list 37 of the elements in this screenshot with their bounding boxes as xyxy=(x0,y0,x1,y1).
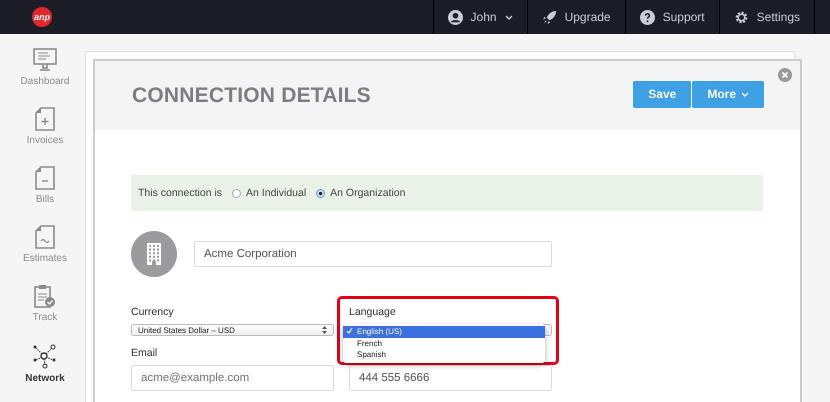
stepper-icon xyxy=(322,326,327,334)
document-wave-icon xyxy=(35,225,55,249)
building-icon xyxy=(147,243,161,265)
currency-select[interactable]: United States Dollar – USD xyxy=(131,324,334,336)
document-minus-icon xyxy=(35,166,55,190)
field-label: Currency xyxy=(131,306,175,318)
email-field[interactable]: acme@example.com xyxy=(131,365,334,391)
radio-label: An Individual xyxy=(246,187,306,199)
help-icon xyxy=(640,10,655,24)
user-icon xyxy=(448,10,463,24)
chevron-down-icon xyxy=(741,92,749,96)
chevron-down-icon xyxy=(504,14,513,20)
logo[interactable]: anp xyxy=(32,7,52,27)
rocket-icon xyxy=(542,10,557,24)
nav-item[interactable]: Support xyxy=(624,0,719,34)
connection-type-label: This connection is xyxy=(138,187,222,199)
monitor-icon xyxy=(32,48,57,72)
radio-button[interactable] xyxy=(316,188,326,198)
radio-button[interactable] xyxy=(232,188,242,198)
dropdown-option[interactable]: French xyxy=(343,338,545,349)
phone-field[interactable]: 444 555 6666 xyxy=(349,365,552,391)
dropdown-option[interactable]: Spanish xyxy=(343,349,545,360)
nav-item[interactable]: Settings xyxy=(718,0,814,34)
field-label: Language xyxy=(349,306,397,318)
dropdown-option[interactable]: English (US) xyxy=(343,326,545,338)
radio-label: An Organization xyxy=(330,187,406,199)
network-icon xyxy=(32,343,58,369)
sidebar-item[interactable]: Network xyxy=(25,343,65,402)
nav-item[interactable]: John xyxy=(432,0,527,34)
clipboard-check-icon xyxy=(34,284,56,308)
nav-item[interactable]: Upgrade xyxy=(526,0,625,34)
name-field[interactable]: Acme Corporation xyxy=(194,241,552,267)
settings-icon xyxy=(734,10,749,24)
document-plus-icon xyxy=(35,107,55,131)
field-label: Email xyxy=(131,347,158,359)
modal-title: CONNECTION DETAILS xyxy=(132,84,371,108)
check-icon xyxy=(346,327,353,334)
